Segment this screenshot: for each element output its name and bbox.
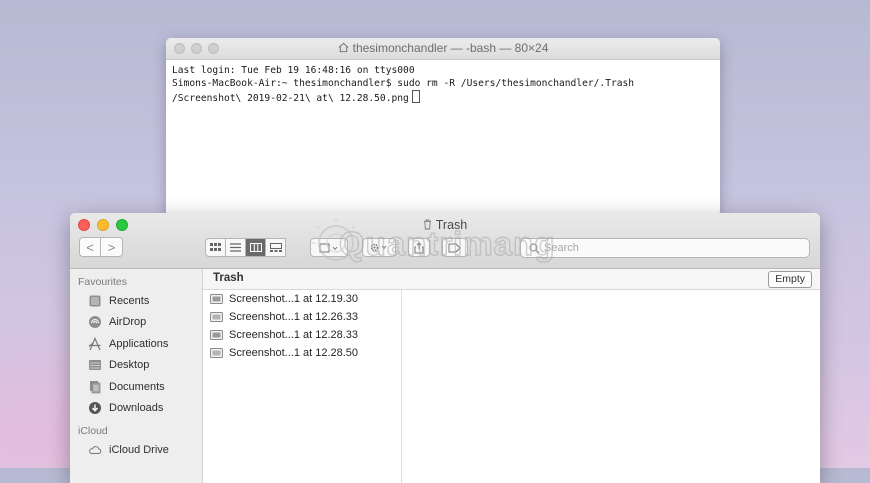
finder-sidebar: Favourites Recents AirDrop Applications … [70, 269, 203, 483]
recents-icon [89, 295, 101, 307]
terminal-window[interactable]: thesimonchandler — -bash — 80×24 Last lo… [166, 38, 720, 216]
terminal-line: Simons-MacBook-Air:~ thesimonchandler$ s… [172, 78, 635, 89]
terminal-output[interactable]: Last login: Tue Feb 19 16:48:16 on ttys0… [166, 60, 720, 109]
group-by-button[interactable] [310, 238, 348, 257]
sidebar-item-label: AirDrop [109, 316, 147, 329]
terminal-title-text: thesimonchandler — -bash — 80×24 [352, 41, 549, 55]
search-field[interactable]: Search [520, 238, 810, 258]
documents-icon [90, 380, 101, 394]
trash-icon [423, 219, 431, 230]
action-button[interactable] [362, 238, 396, 257]
favourites-heading: Favourites [78, 276, 128, 288]
sidebar-item-label: Downloads [109, 402, 164, 415]
chevron-left-icon: < [86, 239, 94, 255]
airdrop-icon [89, 316, 101, 329]
search-icon [529, 242, 540, 253]
terminal-titlebar[interactable]: thesimonchandler — -bash — 80×24 [166, 38, 720, 60]
sidebar-item-label: Applications [109, 337, 169, 350]
terminal-line: /Screenshot\ 2019-02-21\ at\ 12.28.50.pn… [172, 90, 714, 105]
sidebar-item-desktop[interactable]: Desktop [70, 355, 202, 377]
current-folder-title: Trash [213, 272, 244, 284]
sidebar-item-applications[interactable]: Applications [70, 333, 202, 355]
chevron-right-icon: > [107, 239, 116, 255]
finder-window[interactable]: Trash < > Search Quantrimang Favourites … [70, 213, 820, 483]
icon-view-button[interactable] [205, 238, 226, 257]
terminal-line-text: /Screenshot\ 2019-02-21\ at\ 12.28.50.pn… [172, 93, 409, 104]
terminal-cursor [411, 90, 420, 103]
grid-icon [210, 243, 221, 251]
file-row[interactable]: Screenshot...1 at 12.19.30 [203, 290, 401, 308]
file-name: Screenshot...1 at 12.19.30 [229, 293, 359, 305]
sidebar-item-label: Documents [109, 380, 165, 393]
finder-title: Trash [70, 218, 820, 232]
sidebar-item-label: Desktop [109, 359, 150, 372]
share-icon [414, 241, 424, 253]
group-icon [319, 243, 338, 252]
file-row[interactable]: Screenshot...1 at 12.28.50 [203, 344, 401, 362]
tags-button[interactable] [442, 238, 468, 257]
column-header: Trash Empty [203, 269, 820, 290]
share-button[interactable] [408, 238, 430, 257]
finder-content: Trash Empty Screenshot...1 at 12.19.30 S… [203, 269, 820, 483]
finder-toolbar: Trash < > Search Quantrimang [70, 213, 820, 269]
terminal-line: Last login: Tue Feb 19 16:48:16 on ttys0… [172, 65, 415, 76]
image-file-icon [210, 294, 223, 304]
sidebar-item-downloads[interactable]: Downloads [70, 398, 202, 420]
image-file-icon [210, 348, 223, 358]
list-view-button[interactable] [225, 238, 246, 257]
applications-icon [88, 336, 101, 350]
file-name: Screenshot...1 at 12.28.50 [229, 347, 359, 359]
desktop-icon [89, 360, 101, 371]
sidebar-item-label: Recents [109, 294, 150, 307]
empty-trash-button[interactable]: Empty [768, 271, 812, 288]
list-icon [230, 243, 241, 252]
icloud-heading: iCloud [78, 425, 108, 437]
sidebar-item-airdrop[interactable]: AirDrop [70, 312, 202, 334]
finder-title-text: Trash [435, 218, 468, 232]
file-row[interactable]: Screenshot...1 at 12.26.33 [203, 308, 401, 326]
gallery-view-button[interactable] [265, 238, 286, 257]
home-icon [338, 42, 349, 53]
forward-button[interactable]: > [101, 237, 123, 257]
image-file-icon [210, 312, 223, 322]
file-name: Screenshot...1 at 12.28.33 [229, 329, 359, 341]
view-mode-group [205, 238, 286, 257]
gallery-icon [269, 243, 282, 252]
image-file-icon [210, 330, 223, 340]
gear-icon [370, 243, 387, 252]
search-placeholder: Search [544, 242, 579, 254]
sidebar-item-label: iCloud Drive [109, 443, 169, 456]
file-column: Screenshot...1 at 12.19.30 Screenshot...… [203, 290, 402, 483]
file-name: Screenshot...1 at 12.26.33 [229, 311, 359, 323]
terminal-title: thesimonchandler — -bash — 80×24 [166, 41, 720, 55]
sidebar-item-icloud-drive[interactable]: iCloud Drive [70, 439, 202, 461]
column-view-button[interactable] [245, 238, 266, 257]
navigation-buttons: < > [79, 237, 123, 257]
sidebar-item-documents[interactable]: Documents [70, 376, 202, 398]
tag-icon [448, 243, 461, 252]
cloud-icon [89, 445, 102, 454]
columns-icon [249, 243, 262, 252]
back-button[interactable]: < [79, 237, 101, 257]
downloads-icon [89, 402, 101, 415]
file-row[interactable]: Screenshot...1 at 12.28.33 [203, 326, 401, 344]
sidebar-item-recents[interactable]: Recents [70, 290, 202, 312]
